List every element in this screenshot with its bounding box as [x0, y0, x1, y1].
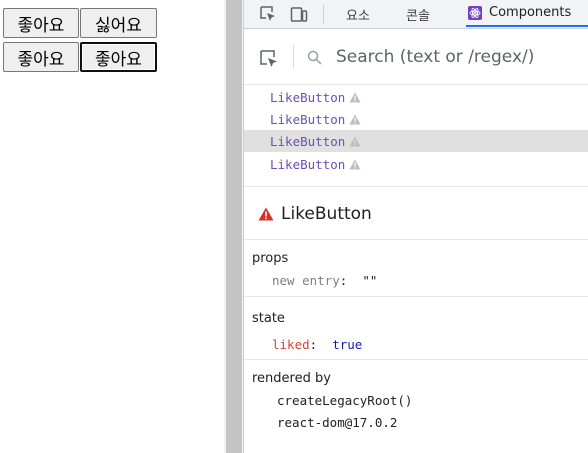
like-button-2[interactable]: 좋아요 — [3, 42, 79, 72]
state-key: liked — [272, 337, 310, 352]
selected-component-name: LikeButton — [281, 203, 372, 224]
devtools-splitter[interactable] — [224, 0, 244, 453]
tab-elements[interactable]: 요소 — [346, 0, 370, 28]
state-value[interactable]: true — [332, 337, 362, 352]
device-toolbar-icon[interactable] — [289, 4, 309, 24]
state-title: state — [252, 311, 285, 326]
tree-item-likebutton-3[interactable]: LikeButton — [244, 130, 588, 152]
page-viewport: 좋아요 싫어요 좋아요 좋아요 — [0, 0, 224, 453]
inspect-element-icon[interactable] — [258, 4, 278, 24]
warning-icon — [349, 92, 361, 103]
tree-item-likebutton-4[interactable]: LikeButton — [244, 153, 588, 175]
search-divider — [293, 45, 294, 69]
props-section: props new entry: "" — [244, 240, 588, 297]
rendered-by-item[interactable]: createLegacyRoot() — [277, 393, 412, 408]
component-search-bar — [244, 29, 588, 85]
like-button-3[interactable]: 좋아요 — [80, 42, 157, 72]
rendered-by-item: react-dom@17.0.2 — [277, 415, 398, 430]
rendered-by-title: rendered by — [252, 371, 331, 386]
toolbar-divider — [323, 5, 324, 24]
tab-components-label: Components — [489, 5, 572, 20]
tab-components[interactable]: Components — [466, 0, 588, 27]
scrollbar-thumb[interactable] — [226, 0, 242, 453]
select-element-icon[interactable] — [259, 49, 279, 73]
tab-console[interactable]: 콘솔 — [406, 0, 430, 28]
state-separator: : — [309, 337, 318, 352]
devtools-toolbar: 요소 콘솔 Components — [244, 0, 588, 29]
selected-component-header: LikeButton — [244, 188, 588, 240]
devtools-panel: 요소 콘솔 Components Search (text or /regex/… — [244, 0, 588, 453]
warning-icon — [349, 159, 361, 170]
dislike-button[interactable]: 싫어요 — [80, 8, 157, 38]
warning-icon — [349, 136, 361, 147]
prop-value[interactable]: "" — [362, 273, 377, 288]
warning-icon — [258, 207, 274, 221]
props-new-entry[interactable]: new entry: "" — [272, 273, 377, 288]
tree-item-label: LikeButton — [270, 111, 346, 127]
component-tree: LikeButton LikeButton LikeButton LikeBut… — [244, 85, 588, 187]
search-input[interactable] — [336, 44, 576, 70]
tree-item-label: LikeButton — [270, 156, 346, 172]
state-section: state liked: true — [244, 297, 588, 360]
like-button-1[interactable]: 좋아요 — [3, 8, 79, 38]
state-liked[interactable]: liked: true — [272, 337, 362, 352]
props-title: props — [252, 251, 289, 266]
tree-item-label: LikeButton — [270, 89, 346, 105]
prop-key[interactable]: new entry — [272, 273, 340, 288]
rendered-by-section: rendered by createLegacyRoot() react-dom… — [244, 360, 588, 453]
tree-item-label: LikeButton — [270, 133, 346, 149]
react-logo-icon — [468, 5, 482, 20]
prop-separator: : — [339, 273, 348, 288]
warning-icon — [349, 114, 361, 125]
tree-item-likebutton-2[interactable]: LikeButton — [244, 108, 588, 130]
tree-item-likebutton-1[interactable]: LikeButton — [244, 86, 588, 108]
search-icon — [307, 50, 322, 69]
